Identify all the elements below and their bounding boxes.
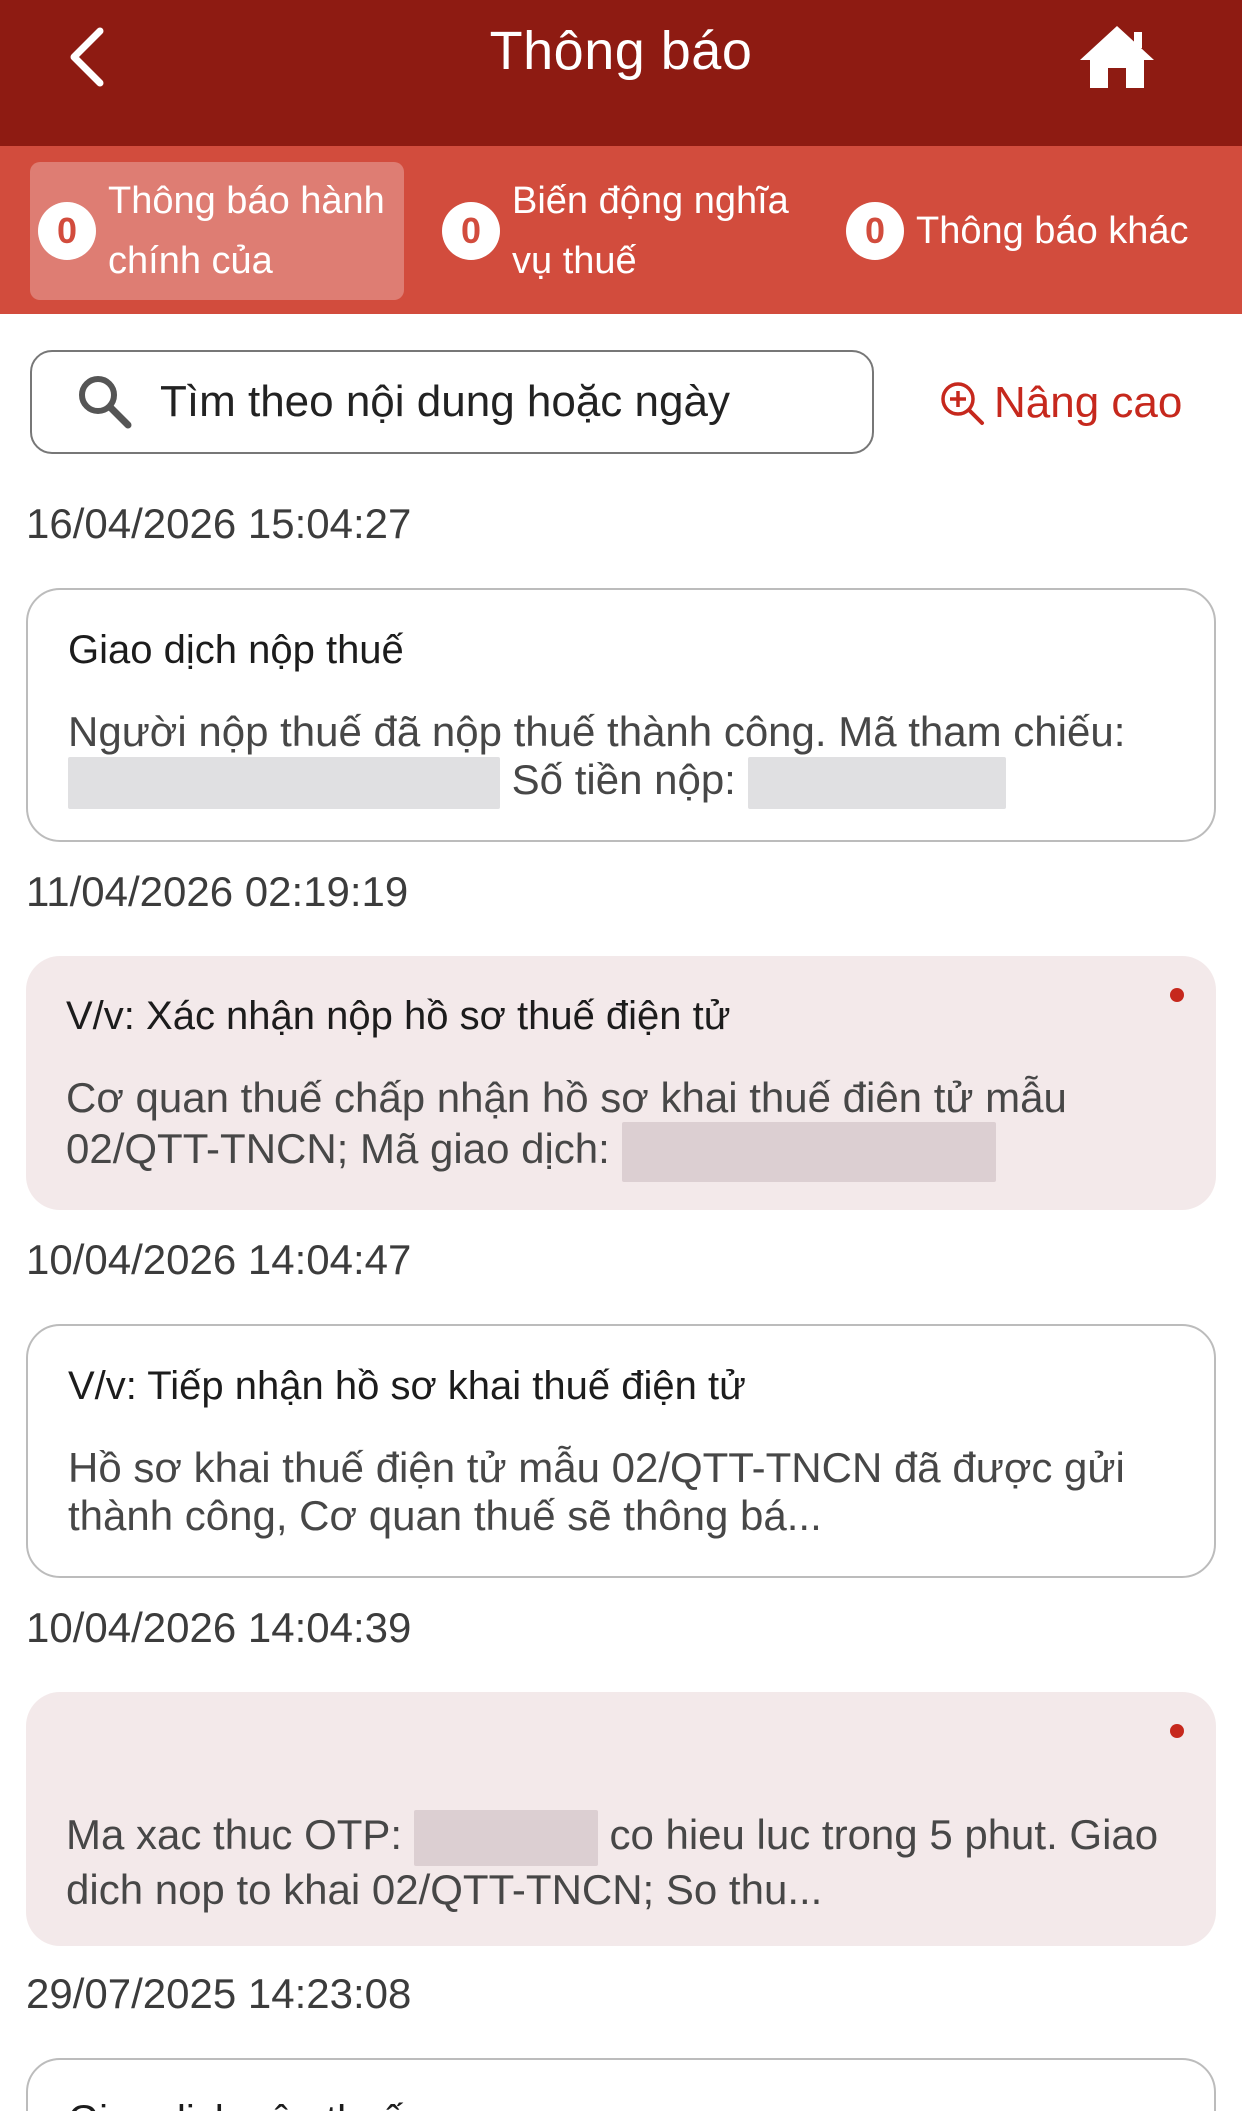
notification-body: Người nộp thuế đã nộp thuế thành công. M… xyxy=(68,708,1178,809)
notification-body-text: Ma xac thuc OTP: xyxy=(66,1811,403,1859)
notification-body: Cơ quan thuế chấp nhận hồ sơ khai thuế đ… xyxy=(66,1074,1176,1182)
notification-body-text: Hồ sơ khai thuế điện tử mẫu 02/QTT-TNCN … xyxy=(68,1444,1125,1539)
notification-date: 11/04/2026 02:19:19 xyxy=(26,868,409,915)
notification-card[interactable]: Giao dịch nộp thuế xyxy=(26,2058,1216,2111)
notification-card[interactable]: V/v: Xác nhận nộp hồ sơ thuế điện tử Cơ … xyxy=(26,956,1216,1210)
notification-body-text: Người nộp thuế đã nộp thuế thành công. M… xyxy=(68,708,1126,755)
tab-label: Thông báo khác xyxy=(916,210,1189,252)
notification-card[interactable]: Giao dịch nộp thuế Người nộp thuế đã nộp… xyxy=(26,588,1216,842)
redacted-reference-code xyxy=(68,756,500,809)
unread-indicator xyxy=(1170,988,1184,1002)
advanced-search-button[interactable]: Nâng cao xyxy=(938,368,1182,438)
notification-title: Giao dịch nộp thuế xyxy=(68,628,404,672)
page-title: Thông báo xyxy=(489,21,753,81)
search-input[interactable] xyxy=(160,377,840,427)
search-icon xyxy=(76,373,134,431)
notification-date: 29/07/2025 14:23:08 xyxy=(26,1970,412,2017)
redacted-otp-code xyxy=(413,1810,598,1866)
notification-date: 10/04/2026 14:04:47 xyxy=(26,1236,412,1283)
notification-card[interactable]: V/v: Tiếp nhận hồ sơ khai thuế điện tử H… xyxy=(26,1324,1216,1578)
notification-body-text: Số tiền nộp: xyxy=(511,756,736,803)
redacted-amount xyxy=(747,756,1006,809)
unread-indicator xyxy=(1170,1724,1184,1738)
redacted-transaction-code xyxy=(621,1122,996,1182)
notification-title: V/v: Tiếp nhận hồ sơ khai thuế điện tử xyxy=(68,1364,746,1408)
tab-count-badge: 0 xyxy=(442,202,500,260)
tab-administrative[interactable]: 0 Thông báo hành chính của xyxy=(30,162,404,300)
tab-tax-obligation-changes[interactable]: 0 Biến động nghĩa vụ thuế xyxy=(434,162,808,300)
notification-date: 16/04/2026 15:04:27 xyxy=(26,500,412,547)
tab-other[interactable]: 0 Thông báo khác xyxy=(838,162,1212,300)
app-header: Thông báo xyxy=(0,0,1242,146)
notification-body: Ma xac thuc OTP: co hieu luc trong 5 phu… xyxy=(66,1810,1176,1914)
category-tabs: 0 Thông báo hành chính của 0 Biến động n… xyxy=(0,146,1242,314)
search-box[interactable] xyxy=(30,350,874,454)
notification-body: Hồ sơ khai thuế điện tử mẫu 02/QTT-TNCN … xyxy=(68,1444,1178,1540)
notification-title: V/v: Xác nhận nộp hồ sơ thuế điện tử xyxy=(66,994,731,1038)
tab-count-badge: 0 xyxy=(38,202,96,260)
notification-date: 10/04/2026 14:04:39 xyxy=(26,1604,412,1651)
home-icon xyxy=(1080,26,1154,88)
advanced-search-label: Nâng cao xyxy=(994,378,1183,427)
home-button[interactable] xyxy=(1076,22,1158,92)
tab-count-badge: 0 xyxy=(846,202,904,260)
notification-title: Giao dịch nộp thuế xyxy=(68,2098,404,2111)
tab-label: Biến động nghĩa vụ thuế xyxy=(512,180,789,282)
zoom-in-icon xyxy=(941,382,984,425)
notification-card[interactable]: Ma xac thuc OTP: co hieu luc trong 5 phu… xyxy=(26,1692,1216,1946)
tab-label: Thông báo hành chính của xyxy=(108,180,385,282)
